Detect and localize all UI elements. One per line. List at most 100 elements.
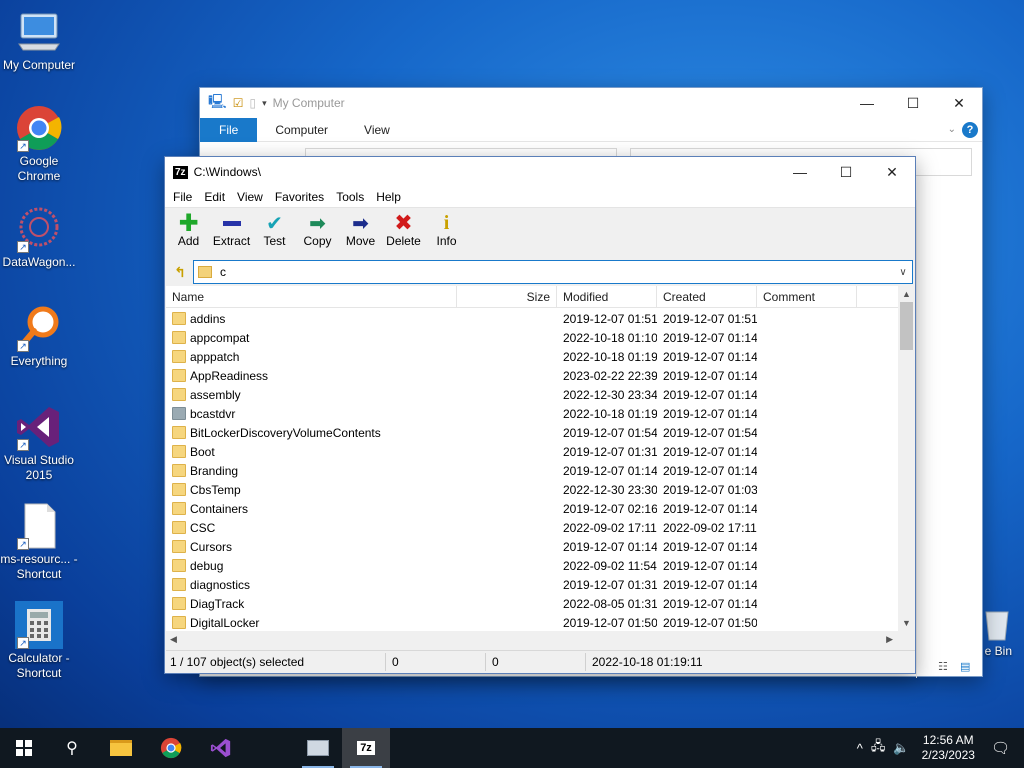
quick-access-dropdown-icon[interactable]: ▾ <box>262 98 267 109</box>
table-row[interactable]: CSC 2022-09-02 17:11 2022-09-02 17:11 <box>166 518 899 537</box>
desktop-icon-everything[interactable]: ↗ Everything <box>0 304 78 369</box>
sevenzip-titlebar[interactable]: 7z C:\Windows\ — ☐ ✕ <box>165 157 915 187</box>
menu-favorites[interactable]: Favorites <box>269 190 330 204</box>
desktop-icon-chrome[interactable]: ↗ Google Chrome <box>0 104 78 184</box>
table-row[interactable]: apppatch 2022-10-18 01:19 2019-12-07 01:14 <box>166 347 899 366</box>
desktop-icon-my-computer[interactable]: My Computer <box>0 8 78 73</box>
quick-access-new-folder-icon[interactable]: ▯ <box>249 96 256 110</box>
ribbon-expand-icon[interactable]: ⌄ <box>948 124 956 135</box>
table-row[interactable]: Boot 2019-12-07 01:31 2019-12-07 01:14 <box>166 442 899 461</box>
copy-button[interactable]: ➡ Copy <box>296 212 339 249</box>
desktop-icon-calculator[interactable]: ↗ Calculator - Shortcut <box>0 601 78 681</box>
table-row[interactable]: DigitalLocker 2019-12-07 01:50 2019-12-07 … <box>166 613 899 632</box>
move-button[interactable]: ➡ Move <box>339 212 382 249</box>
table-row[interactable]: debug 2022-09-02 11:54 2019-12-07 01:14 <box>166 556 899 575</box>
chevron-down-icon[interactable]: ∨ <box>894 267 912 278</box>
quick-access-properties-icon[interactable]: ☑ <box>233 96 244 110</box>
desktop-icon-ms-resource[interactable]: ↗ ms-resourc... - Shortcut <box>0 502 78 582</box>
tab-computer[interactable]: Computer <box>257 118 346 142</box>
close-button[interactable]: ✕ <box>936 88 982 118</box>
column-size[interactable]: Size <box>457 286 557 307</box>
volume-icon[interactable]: 🔈 <box>889 740 913 756</box>
scroll-right-icon[interactable]: ▶ <box>886 634 893 645</box>
minimize-button[interactable]: — <box>777 157 823 187</box>
file-name: BitLockerDiscoveryVolumeContents <box>190 425 381 440</box>
scroll-thumb[interactable] <box>900 302 913 350</box>
file-created: 2019-12-07 01:14 <box>663 539 757 554</box>
tab-file[interactable]: File <box>200 117 258 142</box>
scroll-down-icon[interactable]: ▼ <box>898 615 915 631</box>
sevenzip-window[interactable]: 7z C:\Windows\ — ☐ ✕ File Edit View Favo… <box>164 156 916 674</box>
maximize-button[interactable]: ☐ <box>823 157 869 187</box>
folder-icon <box>172 540 186 553</box>
file-modified: 2022-12-30 23:34 <box>563 387 657 402</box>
close-button[interactable]: ✕ <box>869 157 915 187</box>
desktop-icon-datawagon[interactable]: ↗ DataWagon... <box>0 205 78 270</box>
taskbar-visual-studio[interactable] <box>196 728 246 768</box>
table-row[interactable]: Cursors 2019-12-07 01:14 2019-12-07 01:14 <box>166 537 899 556</box>
taskbar-file-explorer[interactable] <box>96 728 146 768</box>
scroll-left-icon[interactable]: ◀ <box>170 634 177 645</box>
help-icon[interactable]: ? <box>962 121 978 138</box>
chevron-up-icon[interactable]: ^ <box>853 741 867 756</box>
view-tiles-icon[interactable]: ▤ <box>960 660 970 673</box>
desktop-icon-label: Google Chrome <box>17 154 61 183</box>
file-list[interactable]: Name Size Modified Created Comment addin… <box>166 286 915 648</box>
table-row[interactable]: CbsTemp 2022-12-30 23:30 2019-12-07 01:03 <box>166 480 899 499</box>
tab-view[interactable]: View <box>346 118 408 142</box>
column-created[interactable]: Created <box>657 286 757 307</box>
table-row[interactable]: Containers 2019-12-07 02:16 2019-12-07 01:… <box>166 499 899 518</box>
taskbar-chrome[interactable] <box>146 728 196 768</box>
status-size: 0 <box>386 652 486 671</box>
notifications-icon[interactable]: 🗨 <box>983 739 1024 757</box>
column-modified[interactable]: Modified <box>557 286 657 307</box>
start-button[interactable] <box>0 728 48 768</box>
menu-help[interactable]: Help <box>370 190 407 204</box>
file-created: 2019-12-07 01:50 <box>663 615 757 630</box>
taskbar-my-computer[interactable] <box>294 728 342 768</box>
table-row[interactable]: diagnostics 2019-12-07 01:31 2019-12-07 01… <box>166 575 899 594</box>
minimize-button[interactable]: — <box>844 88 890 118</box>
scroll-up-icon[interactable]: ▲ <box>898 286 915 302</box>
path-combobox[interactable]: c ∨ <box>193 260 913 284</box>
table-row[interactable]: Branding 2019-12-07 01:14 2019-12-07 01:14 <box>166 461 899 480</box>
add-button[interactable]: ✚ Add <box>167 210 210 249</box>
test-button[interactable]: ✔ Test <box>253 212 296 249</box>
table-row[interactable]: addins 2019-12-07 01:51 2019-12-07 01:51 <box>166 309 899 328</box>
table-row[interactable]: bcastdvr 2022-10-18 01:19 2019-12-07 01:14 <box>166 404 899 423</box>
info-button[interactable]: i Info <box>425 212 468 249</box>
file-modified: 2019-12-07 02:16 <box>563 501 657 516</box>
menu-file[interactable]: File <box>167 190 198 204</box>
file-name: diagnostics <box>190 577 251 592</box>
chrome-icon: ↗ <box>15 104 63 152</box>
network-icon[interactable]: 🖧 <box>867 737 890 759</box>
up-folder-icon[interactable]: ↰ <box>167 261 193 283</box>
search-button[interactable]: ⚲ <box>48 728 96 768</box>
table-row[interactable]: appcompat 2022-10-18 01:10 2019-12-07 01:1… <box>166 328 899 347</box>
maximize-button[interactable]: ☐ <box>890 88 936 118</box>
table-row[interactable]: assembly 2022-12-30 23:34 2019-12-07 01:14 <box>166 385 899 404</box>
taskbar-7zip[interactable]: 7z <box>342 728 390 768</box>
table-row[interactable]: DiagTrack 2022-08-05 01:31 2019-12-07 01:1… <box>166 594 899 613</box>
table-row[interactable]: AppReadiness 2023-02-22 22:39 2019-12-07 0… <box>166 366 899 385</box>
address-row: ↰ c ∨ <box>165 259 915 285</box>
menu-view[interactable]: View <box>231 190 269 204</box>
delete-button[interactable]: ✖ Delete <box>382 210 425 248</box>
copy-arrow-icon: ➡ <box>309 212 326 235</box>
menu-tools[interactable]: Tools <box>330 190 370 204</box>
explorer-titlebar[interactable]: 🖳 ☑ ▯ ▾ My Computer — ☐ ✕ <box>200 88 982 118</box>
visual-studio-icon: ↗ <box>15 403 63 451</box>
table-row[interactable]: BitLockerDiscoveryVolumeContents 2019-12-… <box>166 423 899 442</box>
file-created: 2019-12-07 01:14 <box>663 596 757 611</box>
windows-logo-icon <box>16 740 32 756</box>
column-name[interactable]: Name <box>166 286 457 307</box>
file-modified: 2022-09-02 17:11 <box>563 520 657 535</box>
view-details-icon[interactable]: ☷ <box>938 660 948 673</box>
vertical-scrollbar[interactable]: ▲ ▼ <box>898 286 915 631</box>
horizontal-scrollbar[interactable]: ◀ ▶ <box>166 631 915 648</box>
column-comment[interactable]: Comment <box>757 286 857 307</box>
clock[interactable]: 12:56 AM 2/23/2023 <box>914 733 983 763</box>
desktop-icon-visual-studio[interactable]: ↗ Visual Studio 2015 <box>0 403 78 483</box>
extract-button[interactable]: Extract <box>210 212 253 248</box>
menu-edit[interactable]: Edit <box>198 190 231 204</box>
